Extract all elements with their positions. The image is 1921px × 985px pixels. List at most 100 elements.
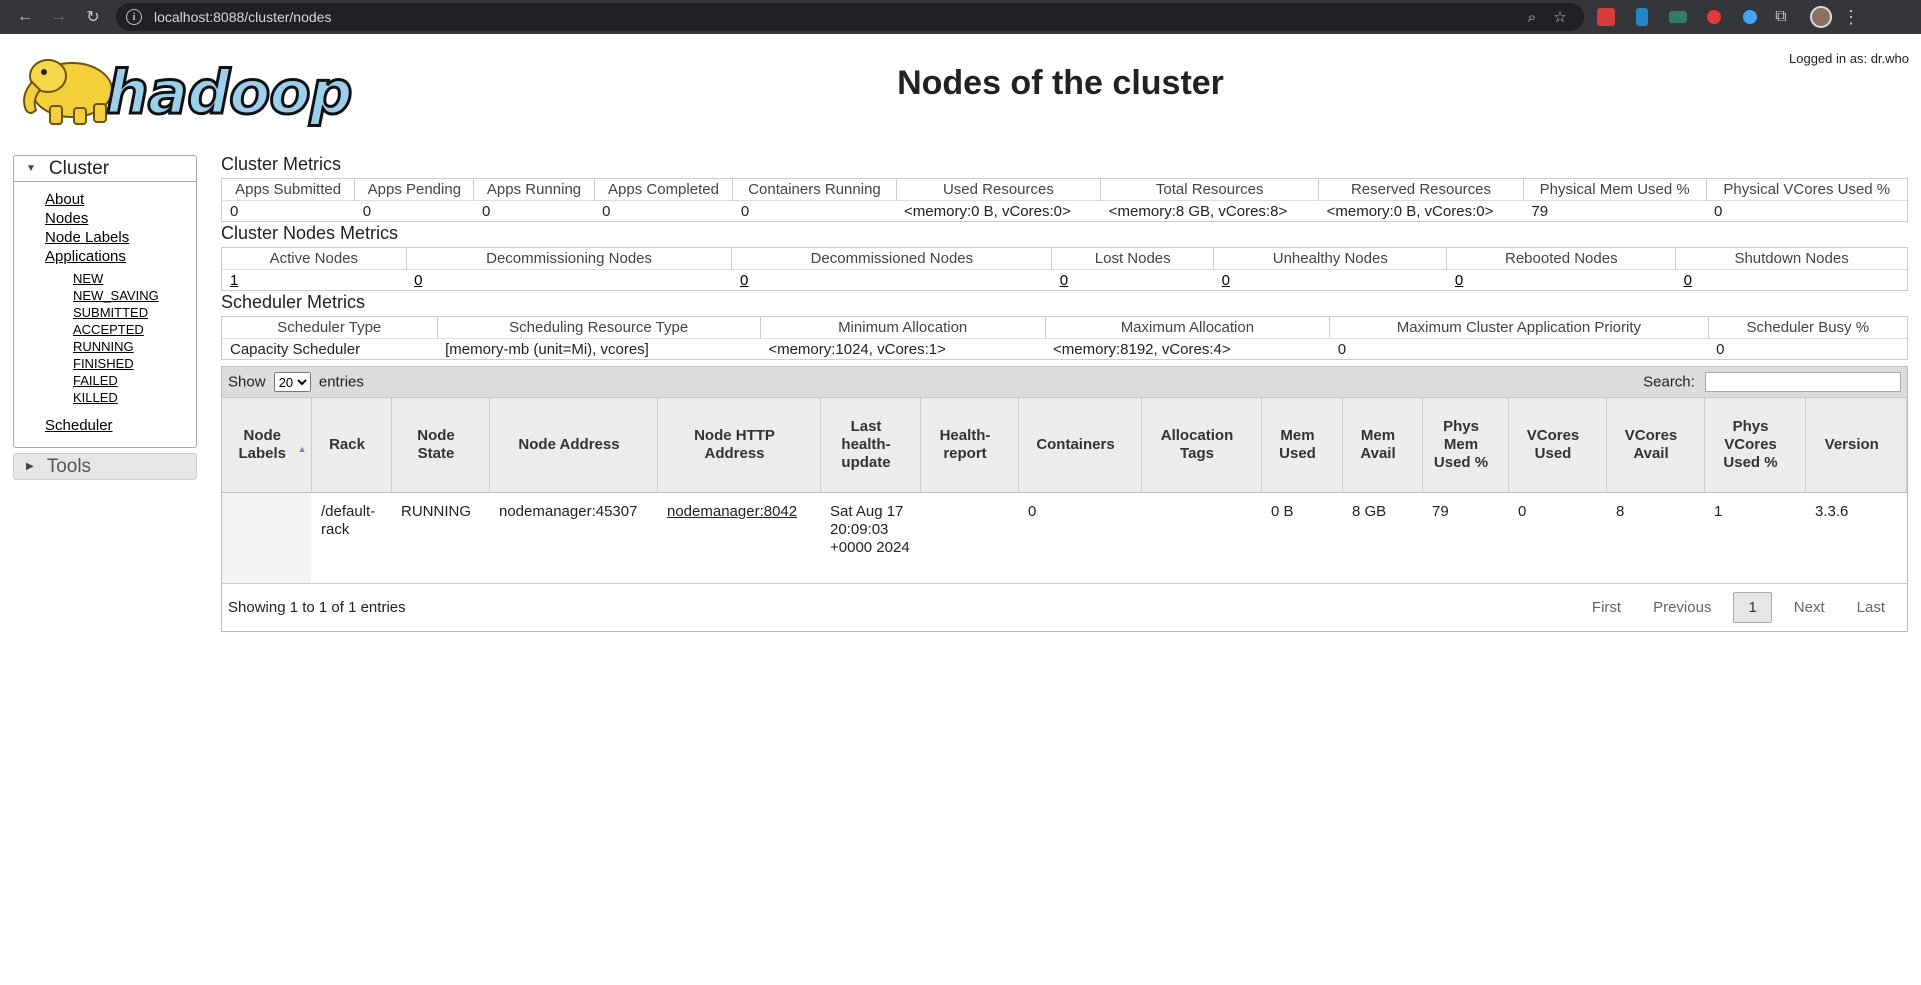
address-url[interactable]: localhost:8088/cluster/nodes	[154, 9, 1518, 25]
app-state-killed[interactable]: KILLED	[73, 389, 196, 406]
metric-value: <memory:1024, vCores:1>	[760, 338, 1046, 360]
search-label: Search:	[1643, 373, 1695, 391]
sidebar-link-scheduler[interactable]: Scheduler	[45, 416, 196, 435]
app-state-running[interactable]: RUNNING	[73, 338, 196, 355]
col-phys-mem-used[interactable]: Phys Mem Used %	[1422, 397, 1509, 493]
app-state-new[interactable]: NEW	[73, 270, 196, 287]
metric-header: Decommissioning Nodes	[406, 247, 733, 270]
browser-menu-icon[interactable]: ⋮	[1838, 7, 1864, 28]
lost-nodes-link[interactable]: 0	[1060, 272, 1068, 289]
cluster-accordion-header[interactable]: ▼ Cluster	[13, 155, 197, 182]
unhealthy-nodes-link[interactable]: 0	[1222, 272, 1230, 289]
forward-icon[interactable]: →	[42, 3, 76, 31]
col-vcores-used[interactable]: VCores Used	[1508, 397, 1607, 493]
app-state-submitted[interactable]: SUBMITTED	[73, 304, 196, 321]
page-length-control: Show 20 entries	[228, 372, 364, 392]
reload-icon[interactable]: ↻	[76, 3, 110, 31]
tools-accordion-header[interactable]: ▶ Tools	[13, 453, 197, 480]
node-http-link[interactable]: nodemanager:8042	[667, 503, 797, 520]
cell-node-labels	[222, 492, 311, 584]
metric-header: Apps Running	[473, 178, 595, 201]
back-icon[interactable]: ←	[8, 3, 42, 31]
sidebar-link-node-labels[interactable]: Node Labels	[45, 228, 196, 247]
cell-phys-mem-used: 79	[1422, 492, 1508, 584]
metric-header: Physical VCores Used %	[1706, 178, 1909, 201]
pager-next[interactable]: Next	[1778, 593, 1841, 622]
col-node-labels[interactable]: Node Labels ▲	[222, 397, 312, 493]
metric-header: Apps Submitted	[221, 178, 356, 201]
extensions-puzzle-icon[interactable]: ⧉	[1764, 3, 1798, 31]
extension-lock-icon[interactable]	[1700, 3, 1728, 31]
column-label: Allocation Tags	[1160, 427, 1234, 462]
address-bar[interactable]: i localhost:8088/cluster/nodes ⌕ ☆	[116, 3, 1584, 31]
sidebar-link-about[interactable]: About	[45, 190, 196, 209]
col-vcores-avail[interactable]: VCores Avail	[1606, 397, 1705, 493]
col-rack[interactable]: Rack	[311, 397, 392, 493]
metric-value: <memory:8 GB, vCores:8>	[1100, 200, 1319, 222]
shutdown-nodes-link[interactable]: 0	[1684, 272, 1692, 289]
extension-asterisk-icon[interactable]	[1736, 3, 1764, 31]
cluster-label: Cluster	[48, 157, 110, 179]
metric-header: Maximum Cluster Application Priority	[1329, 316, 1709, 339]
decommissioned-nodes-link[interactable]: 0	[740, 272, 748, 289]
metric-value: 0	[473, 200, 595, 222]
column-label: Mem Avail	[1360, 427, 1396, 462]
bookmark-star-icon[interactable]: ☆	[1546, 8, 1574, 26]
search-input[interactable]	[1705, 372, 1901, 392]
pager-first[interactable]: First	[1576, 593, 1637, 622]
tools-label: Tools	[46, 455, 92, 477]
extension-red-icon[interactable]	[1592, 3, 1620, 31]
col-node-state[interactable]: Node State	[391, 397, 490, 493]
cluster-metrics-title: Cluster Metrics	[221, 154, 342, 174]
page-title: Nodes of the cluster	[897, 64, 1224, 102]
col-health-report[interactable]: Health-report	[920, 397, 1019, 493]
app-state-accepted[interactable]: ACCEPTED	[73, 321, 196, 338]
app-state-failed[interactable]: FAILED	[73, 372, 196, 389]
col-node-http-address[interactable]: Node HTTP Address	[657, 397, 821, 493]
active-nodes-link[interactable]: 1	[230, 272, 238, 289]
col-mem-used[interactable]: Mem Used	[1261, 397, 1343, 493]
metric-header: Physical Mem Used %	[1523, 178, 1707, 201]
profile-avatar[interactable]	[1810, 6, 1832, 28]
page-header: hadoop Nodes of the cluster Logged in as…	[0, 34, 1921, 134]
extension-bing-icon[interactable]	[1628, 3, 1656, 31]
column-label: Version	[1824, 436, 1879, 453]
pager-last[interactable]: Last	[1841, 593, 1901, 622]
sidebar-link-nodes[interactable]: Nodes	[45, 209, 196, 228]
col-containers[interactable]: Containers	[1018, 397, 1142, 493]
cell-health-report	[920, 492, 1018, 584]
page-length-select[interactable]: 20	[273, 372, 311, 392]
col-phys-vcores-used[interactable]: Phys VCores Used %	[1704, 397, 1806, 493]
column-label: Health-report	[939, 427, 991, 462]
app-state-finished[interactable]: FINISHED	[73, 355, 196, 372]
sort-asc-icon: ▲	[297, 444, 307, 454]
decommissioning-nodes-link[interactable]: 0	[414, 272, 422, 289]
cell-node-http-address: nodemanager:8042	[657, 492, 820, 584]
metric-value: 79	[1523, 200, 1707, 222]
col-last-health-update[interactable]: Last health-update	[820, 397, 921, 493]
site-info-icon[interactable]: i	[126, 9, 142, 25]
pager-current-page[interactable]: 1	[1733, 592, 1772, 623]
col-allocation-tags[interactable]: Allocation Tags	[1141, 397, 1262, 493]
expand-triangle-icon: ▼	[26, 163, 36, 174]
cell-vcores-avail: 8	[1606, 492, 1704, 584]
column-label: Node Address	[518, 436, 620, 453]
rebooted-nodes-link[interactable]: 0	[1455, 272, 1463, 289]
pager-previous[interactable]: Previous	[1637, 593, 1727, 622]
entries-label: entries	[318, 373, 364, 391]
metric-header: Active Nodes	[221, 247, 407, 270]
metric-header: Maximum Allocation	[1045, 316, 1331, 339]
zoom-icon[interactable]: ⌕	[1518, 9, 1546, 26]
col-mem-avail[interactable]: Mem Avail	[1342, 397, 1423, 493]
col-version[interactable]: Version	[1805, 397, 1907, 493]
column-label: Rack	[329, 436, 365, 453]
extension-flag-icon[interactable]	[1664, 3, 1692, 31]
column-label: Mem Used	[1279, 427, 1316, 462]
col-node-address[interactable]: Node Address	[489, 397, 658, 493]
metric-header: Total Resources	[1100, 178, 1320, 201]
cell-mem-used: 0 B	[1261, 492, 1342, 584]
datatable-footer: Showing 1 to 1 of 1 entries First Previo…	[222, 584, 1907, 631]
app-state-new-saving[interactable]: NEW_SAVING	[73, 287, 196, 304]
metric-value: Capacity Scheduler	[221, 338, 438, 360]
sidebar-link-applications[interactable]: Applications	[45, 247, 196, 266]
